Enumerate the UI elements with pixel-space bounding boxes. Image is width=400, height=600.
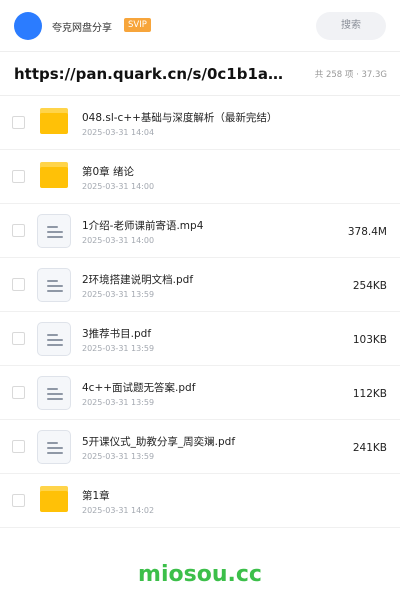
file-name: 2环境搭建说明文档.pdf xyxy=(82,274,194,286)
file-name: 4c++面试题无答案.pdf xyxy=(82,382,196,394)
file-size: 103KB xyxy=(352,334,387,346)
file-size: 254KB xyxy=(352,280,387,292)
file-date: 2025-03-31 14:04 xyxy=(82,128,155,137)
file-date: 2025-03-31 13:59 xyxy=(82,398,155,407)
select-checkbox[interactable] xyxy=(12,332,25,345)
document-icon xyxy=(37,214,71,248)
document-icon xyxy=(37,376,71,410)
folder-icon xyxy=(40,486,68,512)
document-icon xyxy=(37,430,71,464)
document-icon xyxy=(37,268,71,302)
file-date: 2025-03-31 13:59 xyxy=(82,452,155,461)
file-name: 第0章 绪论 xyxy=(82,166,135,178)
select-checkbox[interactable] xyxy=(12,440,25,453)
file-row[interactable]: 5开课仪式_助教分享_周奕斓.pdf 2025-03-31 13:59 241K… xyxy=(0,420,400,474)
file-row[interactable]: 2环境搭建说明文档.pdf 2025-03-31 13:59 254KB xyxy=(0,258,400,312)
folder-icon xyxy=(40,108,68,134)
file-date: 2025-03-31 13:59 xyxy=(82,290,155,299)
file-name: 3推荐书目.pdf xyxy=(82,328,152,340)
file-date: 2025-03-31 14:00 xyxy=(82,236,155,245)
file-date: 2025-03-31 14:00 xyxy=(82,182,155,191)
file-size: 241KB xyxy=(352,442,387,454)
select-checkbox[interactable] xyxy=(12,116,25,129)
file-name: 1介绍-老师课前寄语.mp4 xyxy=(82,220,204,232)
file-list: 048.sl-c++基础与深度解析（最新完结） 2025-03-31 14:04… xyxy=(0,96,400,528)
username: 夸克网盘分享 xyxy=(52,23,112,34)
search-button[interactable]: 搜索 xyxy=(316,12,386,40)
file-count-summary: 共 258 项 · 37.3G xyxy=(314,70,387,80)
select-checkbox[interactable] xyxy=(12,224,25,237)
share-url: https://pan.quark.cn/s/0c1b1a57… xyxy=(14,65,284,83)
file-name: 048.sl-c++基础与深度解析（最新完结） xyxy=(82,112,278,124)
file-row[interactable]: 4c++面试题无答案.pdf 2025-03-31 13:59 112KB xyxy=(0,366,400,420)
file-date: 2025-03-31 13:59 xyxy=(82,344,155,353)
select-checkbox[interactable] xyxy=(12,170,25,183)
file-row[interactable]: 1介绍-老师课前寄语.mp4 2025-03-31 14:00 378.4M xyxy=(0,204,400,258)
top-bar: 夸克网盘分享 SVIP 搜索 xyxy=(0,0,400,52)
file-row[interactable]: 048.sl-c++基础与深度解析（最新完结） 2025-03-31 14:04 xyxy=(0,96,400,150)
file-name: 第1章 xyxy=(82,490,110,502)
document-icon xyxy=(37,322,71,356)
file-size: 112KB xyxy=(352,388,387,400)
watermark-text: miosou.cc xyxy=(138,562,262,587)
file-size: 378.4M xyxy=(347,226,387,238)
select-checkbox[interactable] xyxy=(12,278,25,291)
select-checkbox[interactable] xyxy=(12,494,25,507)
file-date: 2025-03-31 14:02 xyxy=(82,506,155,515)
avatar[interactable] xyxy=(14,12,42,40)
select-checkbox[interactable] xyxy=(12,386,25,399)
file-row[interactable]: 3推荐书目.pdf 2025-03-31 13:59 103KB xyxy=(0,312,400,366)
folder-icon xyxy=(40,162,68,188)
file-name: 5开课仪式_助教分享_周奕斓.pdf xyxy=(82,436,236,448)
svip-badge: SVIP xyxy=(124,18,151,32)
file-row[interactable]: 第0章 绪论 2025-03-31 14:00 xyxy=(0,150,400,204)
share-path-bar: https://pan.quark.cn/s/0c1b1a57… 共 258 项… xyxy=(0,52,400,96)
file-row[interactable]: 第1章 2025-03-31 14:02 xyxy=(0,474,400,528)
